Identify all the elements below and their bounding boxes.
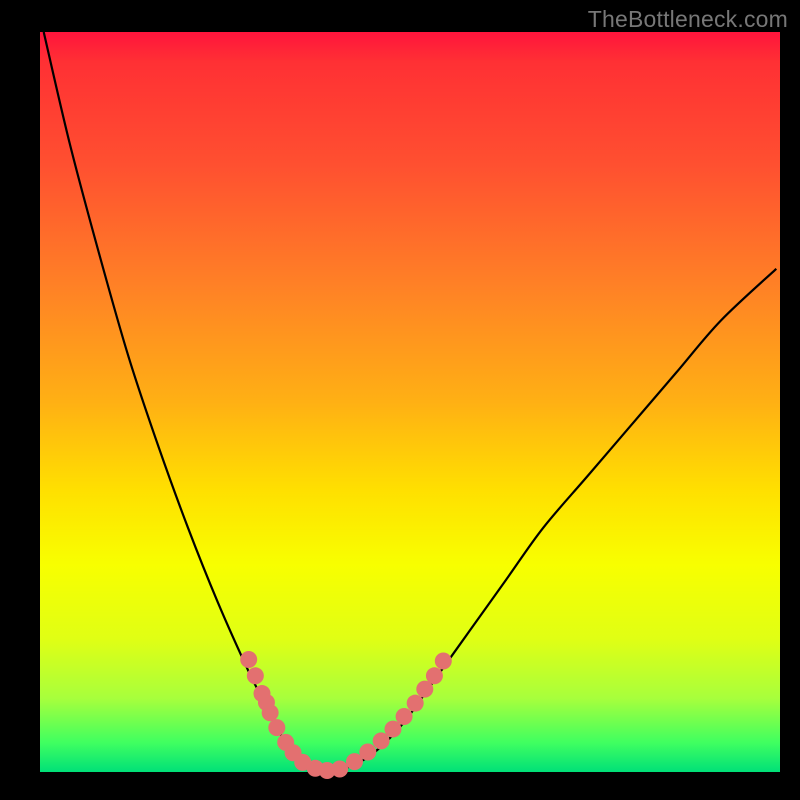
chart-container: TheBottleneck.com — [0, 0, 800, 800]
bottleneck-curve — [44, 32, 777, 771]
curve-marker — [268, 719, 285, 736]
curve-markers — [240, 651, 452, 779]
curve-marker — [331, 761, 348, 778]
curve-marker — [435, 653, 452, 670]
curve-marker — [262, 704, 279, 721]
curve-marker — [247, 667, 264, 684]
curve-marker — [407, 695, 424, 712]
watermark-text: TheBottleneck.com — [588, 6, 788, 33]
curve-marker — [359, 744, 376, 761]
curve-svg — [40, 32, 780, 772]
plot-area — [40, 32, 780, 772]
curve-marker — [426, 667, 443, 684]
curve-marker — [396, 708, 413, 725]
curve-marker — [240, 651, 257, 668]
